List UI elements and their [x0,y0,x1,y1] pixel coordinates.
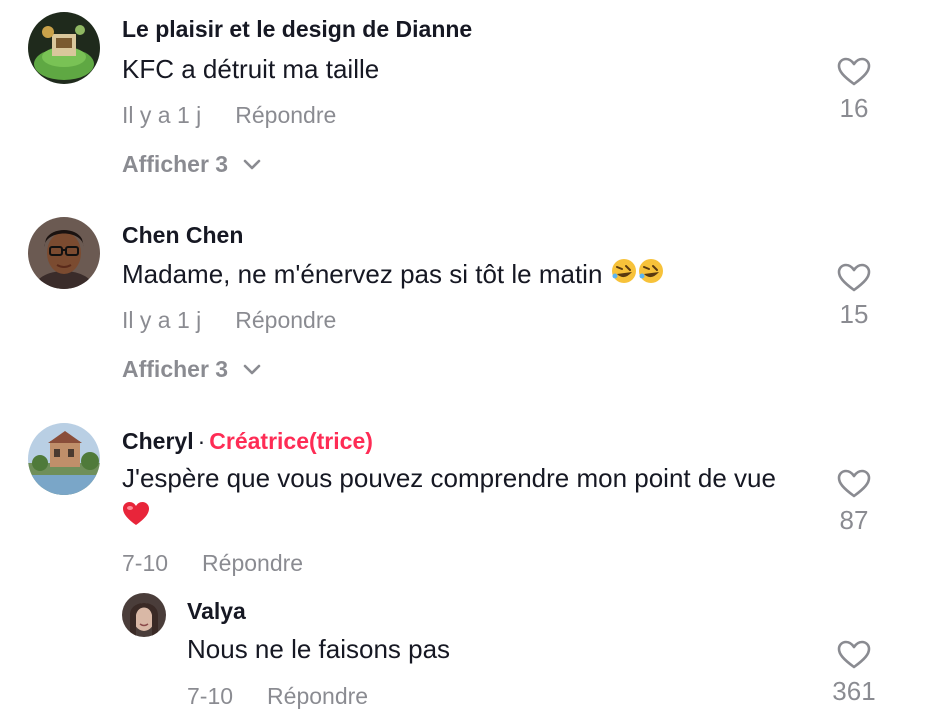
like-button[interactable]: 15 [824,263,884,330]
creator-badge: Créatrice(trice) [209,428,373,454]
avatar[interactable] [28,423,100,495]
comment-text-content: J'espère que vous pouvez comprendre mon … [122,463,776,493]
rolling-laughing-emoji-icon: 🤣🤣 [610,256,670,296]
chevron-down-icon [243,159,261,169]
show-replies-label: Afficher 3 [122,356,229,382]
comment-text: KFC a détruit ma taille [122,54,380,84]
comment-meta: Il y a 1 j Répondre [122,307,336,334]
comment-time: Il y a 1 j [122,102,202,128]
like-count: 16 [839,93,869,123]
show-replies-button[interactable]: Afficher 3 [122,356,262,383]
chevron-down-icon [243,364,261,374]
reply-button[interactable]: Répondre [235,307,336,333]
comment-author[interactable]: Valya [187,598,246,625]
red-heart-emoji-icon: ❤️ [122,499,150,537]
comment-meta: 7-10 Répondre [187,683,368,710]
heart-outline-icon [837,57,871,86]
like-count: 361 [832,676,876,706]
comment-meta: 7-10 Répondre [122,550,303,577]
like-button[interactable]: 87 [824,469,884,536]
show-replies-button[interactable]: Afficher 3 [122,151,262,178]
show-replies-label: Afficher 3 [122,151,229,177]
comment-time: 7-10 [187,683,234,709]
author-separator: · [197,428,206,454]
reply-button[interactable]: Répondre [235,102,336,128]
heart-outline-icon [837,640,871,669]
like-count: 87 [839,505,869,535]
avatar[interactable] [28,12,100,84]
comment-author[interactable]: Le plaisir et le design de Dianne [122,16,472,43]
comment-text: Madame, ne m'énervez pas si tôt le matin… [122,255,670,296]
comment-text: Nous ne le faisons pas [187,634,451,664]
avatar[interactable] [28,217,100,289]
reply-button[interactable]: Répondre [267,683,368,709]
like-button[interactable]: 361 [824,640,884,707]
comment-time: 7-10 [122,550,169,576]
like-count: 15 [839,299,869,329]
comment-time: Il y a 1 j [122,307,202,333]
comment-author[interactable]: Chen Chen [122,222,243,249]
like-button[interactable]: 16 [824,57,884,124]
comment-meta: Il y a 1 j Répondre [122,102,336,129]
comment-text-content: Madame, ne m'énervez pas si tôt le matin [122,259,603,289]
author-name[interactable]: Cheryl [122,428,194,454]
avatar[interactable] [122,593,166,637]
reply-button[interactable]: Répondre [202,550,303,576]
heart-outline-icon [837,263,871,292]
comment-author: Cheryl · Créatrice(trice) [122,428,373,455]
comment-text: J'espère que vous pouvez comprendre mon … [122,459,802,537]
heart-outline-icon [837,469,871,498]
